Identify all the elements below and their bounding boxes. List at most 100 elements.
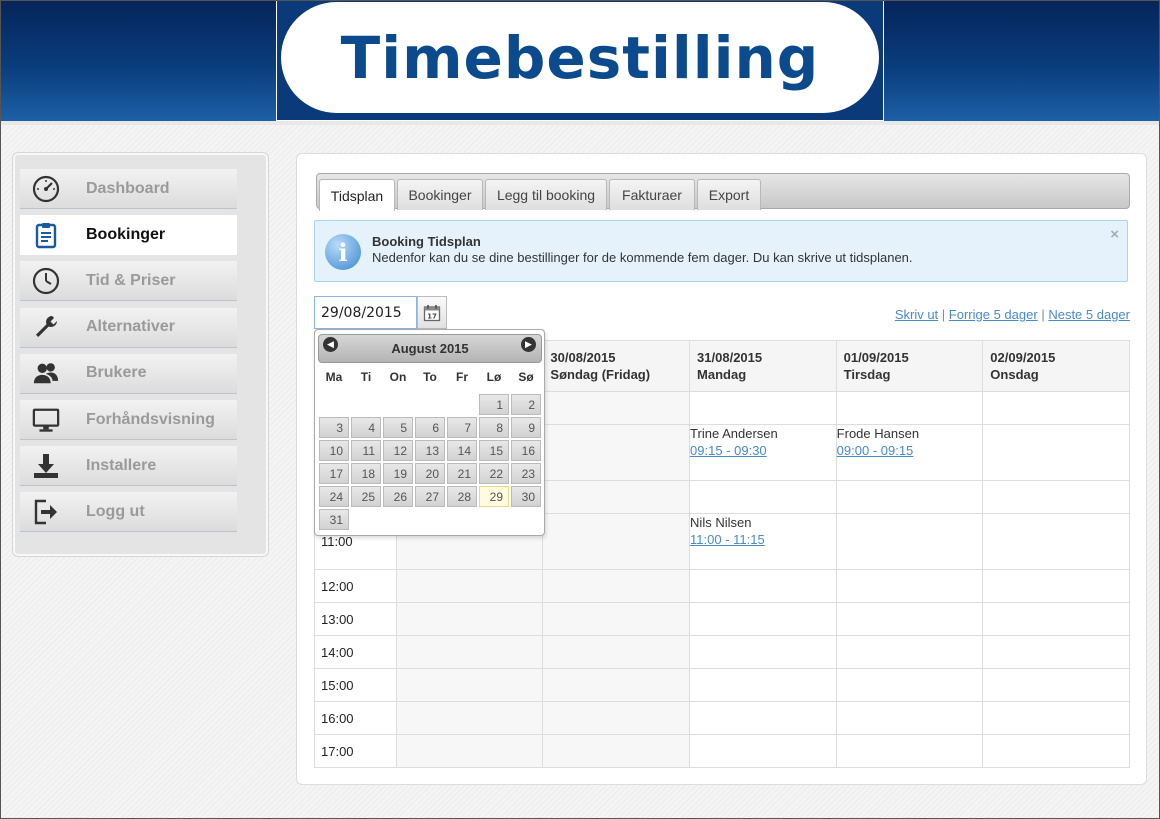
schedule-cell[interactable] <box>689 480 837 514</box>
datepicker-day[interactable]: 25 <box>351 486 381 507</box>
print-link[interactable]: Skriv ut <box>895 307 938 322</box>
next-days-link[interactable]: Neste 5 dager <box>1048 307 1130 322</box>
datepicker-day[interactable]: 28 <box>447 486 477 507</box>
schedule-cell[interactable] <box>542 424 691 481</box>
schedule-cell[interactable]: Nils Nilsen 11:00 - 11:15 <box>689 513 837 570</box>
schedule-cell[interactable] <box>542 513 691 570</box>
datepicker-day[interactable]: 5 <box>383 417 413 438</box>
schedule-cell[interactable] <box>395 602 544 636</box>
datepicker-day[interactable]: 18 <box>351 463 381 484</box>
datepicker-day[interactable]: 31 <box>319 509 349 530</box>
schedule-cell[interactable] <box>542 480 691 514</box>
datepicker-day[interactable]: 29 <box>479 486 509 507</box>
booking-time-link[interactable]: 09:00 - 09:15 <box>837 443 914 458</box>
datepicker-day[interactable]: 3 <box>319 417 349 438</box>
sidebar-item-tid-priser[interactable]: Tid & Priser <box>20 261 237 302</box>
datepicker-day[interactable]: 16 <box>511 440 541 461</box>
schedule-cell[interactable] <box>395 569 544 603</box>
datepicker-day[interactable]: 15 <box>479 440 509 461</box>
schedule-cell[interactable] <box>395 734 544 768</box>
schedule-cell[interactable] <box>542 734 691 768</box>
close-icon[interactable]: × <box>1110 226 1119 243</box>
sidebar-item-dashboard[interactable]: Dashboard <box>20 169 237 209</box>
booking-time-link[interactable]: 11:00 - 11:15 <box>690 532 765 547</box>
tab-export[interactable]: Export <box>697 179 761 210</box>
prev-month-icon[interactable]: ◀ <box>323 337 338 352</box>
datepicker-day[interactable]: 8 <box>479 417 509 438</box>
datepicker-day[interactable]: 17 <box>319 463 349 484</box>
logo-title[interactable]: Timebestilling <box>281 2 879 113</box>
calendar-button[interactable]: 17 <box>417 296 447 329</box>
schedule-cell[interactable] <box>982 668 1130 702</box>
schedule-cell[interactable] <box>835 668 984 702</box>
sidebar-item-brukere[interactable]: Brukere <box>20 353 237 394</box>
datepicker-day[interactable]: 27 <box>415 486 445 507</box>
datepicker-day[interactable]: 19 <box>383 463 413 484</box>
tab-bookinger[interactable]: Bookinger <box>397 179 483 210</box>
schedule-cell[interactable] <box>542 668 691 702</box>
schedule-cell[interactable] <box>835 480 984 514</box>
schedule-cell[interactable] <box>982 569 1130 603</box>
schedule-cell[interactable] <box>982 513 1130 570</box>
datepicker-day[interactable]: 6 <box>415 417 445 438</box>
schedule-cell[interactable] <box>689 602 837 636</box>
datepicker-day[interactable]: 21 <box>447 463 477 484</box>
datepicker-day[interactable]: 30 <box>511 486 541 507</box>
schedule-cell[interactable] <box>835 513 984 570</box>
datepicker-day[interactable]: 2 <box>511 394 541 415</box>
schedule-cell[interactable] <box>689 668 837 702</box>
schedule-cell[interactable] <box>689 569 837 603</box>
schedule-cell[interactable] <box>542 569 691 603</box>
schedule-cell[interactable] <box>982 734 1130 768</box>
datepicker-day[interactable]: 13 <box>415 440 445 461</box>
datepicker-day[interactable]: 20 <box>415 463 445 484</box>
schedule-cell[interactable] <box>395 668 544 702</box>
schedule-cell[interactable] <box>982 480 1130 514</box>
schedule-cell[interactable] <box>689 391 837 425</box>
schedule-cell[interactable] <box>835 734 984 768</box>
schedule-cell[interactable] <box>835 602 984 636</box>
schedule-cell[interactable] <box>689 701 837 735</box>
datepicker-day[interactable]: 24 <box>319 486 349 507</box>
sidebar-item-logg-ut[interactable]: Logg ut <box>20 492 237 533</box>
schedule-cell[interactable] <box>982 635 1130 669</box>
datepicker-day[interactable]: 14 <box>447 440 477 461</box>
tab-tidsplan[interactable]: Tidsplan <box>319 179 395 211</box>
booking-time-link[interactable]: 09:15 - 09:30 <box>690 443 767 458</box>
datepicker-day[interactable]: 7 <box>447 417 477 438</box>
schedule-cell[interactable] <box>835 569 984 603</box>
schedule-cell[interactable] <box>982 602 1130 636</box>
schedule-cell[interactable] <box>689 734 837 768</box>
datepicker-day[interactable]: 11 <box>351 440 381 461</box>
datepicker-day[interactable]: 9 <box>511 417 541 438</box>
schedule-cell[interactable]: Frode Hansen 09:00 - 09:15 <box>835 424 984 481</box>
datepicker-day[interactable]: 10 <box>319 440 349 461</box>
datepicker-day[interactable]: 22 <box>479 463 509 484</box>
schedule-cell[interactable] <box>982 391 1130 425</box>
schedule-cell[interactable] <box>542 701 691 735</box>
datepicker-day[interactable]: 4 <box>351 417 381 438</box>
date-input[interactable] <box>314 296 417 329</box>
datepicker-day[interactable]: 1 <box>479 394 509 415</box>
datepicker-day[interactable]: 26 <box>383 486 413 507</box>
schedule-cell[interactable] <box>982 701 1130 735</box>
sidebar-item-forhåndsvisning[interactable]: Forhåndsvisning <box>20 400 237 440</box>
tab-legg-til-booking[interactable]: Legg til booking <box>485 179 607 210</box>
schedule-cell[interactable]: Trine Andersen 09:15 - 09:30 <box>689 424 837 481</box>
schedule-cell[interactable] <box>395 701 544 735</box>
schedule-cell[interactable] <box>835 635 984 669</box>
schedule-cell[interactable] <box>542 635 691 669</box>
schedule-cell[interactable] <box>542 391 691 425</box>
datepicker-day[interactable]: 12 <box>383 440 413 461</box>
sidebar-item-alternativer[interactable]: Alternativer <box>20 307 237 348</box>
schedule-cell[interactable] <box>982 424 1130 481</box>
sidebar-item-installere[interactable]: Installere <box>20 446 237 487</box>
tab-fakturaer[interactable]: Fakturaer <box>609 179 695 210</box>
datepicker-day[interactable]: 23 <box>511 463 541 484</box>
schedule-cell[interactable] <box>395 635 544 669</box>
next-month-icon[interactable]: ▶ <box>521 337 536 352</box>
schedule-cell[interactable] <box>835 391 984 425</box>
schedule-cell[interactable] <box>835 701 984 735</box>
schedule-cell[interactable] <box>689 635 837 669</box>
sidebar-item-bookinger[interactable]: Bookinger <box>20 215 237 256</box>
